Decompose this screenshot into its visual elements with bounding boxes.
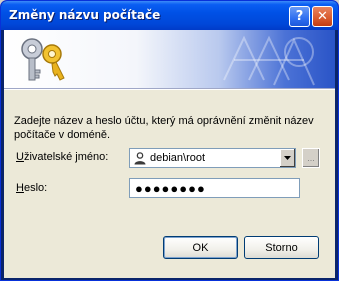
ok-button[interactable]: OK bbox=[163, 236, 238, 259]
password-label-accel: H bbox=[16, 182, 24, 194]
instruction-text: Zadejte název a heslo účtu, který má opr… bbox=[14, 115, 314, 141]
banner-divider bbox=[4, 88, 335, 90]
close-button[interactable]: ✕ bbox=[312, 6, 333, 27]
keys-icon bbox=[21, 38, 65, 81]
username-combobox[interactable]: debian\root bbox=[129, 148, 296, 168]
username-label-accel: U bbox=[16, 151, 24, 163]
username-label: Uživatelské jméno: bbox=[16, 151, 108, 163]
user-icon bbox=[134, 152, 146, 165]
cancel-button[interactable]: Storno bbox=[244, 236, 319, 259]
username-label-text: živatelské jméno: bbox=[23, 151, 109, 163]
title-bar[interactable]: Změny názvu počítače ? ✕ bbox=[1, 1, 338, 30]
dialog-window: Změny názvu počítače ? ✕ Zadejte název a… bbox=[0, 0, 339, 281]
help-button[interactable]: ? bbox=[289, 6, 310, 27]
password-field[interactable]: ●●●●●●●● bbox=[129, 178, 300, 198]
header-banner bbox=[4, 30, 335, 88]
username-dropdown-button[interactable] bbox=[279, 149, 295, 167]
chevron-down-icon bbox=[284, 156, 291, 160]
close-icon: ✕ bbox=[317, 9, 328, 24]
network-decoration-icon bbox=[223, 35, 315, 86]
help-icon: ? bbox=[295, 9, 304, 24]
password-label-text: eslo: bbox=[23, 182, 48, 194]
dialog-body: Zadejte název a heslo účtu, který má opr… bbox=[4, 30, 335, 278]
browse-label: ... bbox=[307, 153, 315, 163]
username-value: debian\root bbox=[150, 152, 206, 164]
password-label: Heslo: bbox=[16, 182, 47, 194]
browse-button[interactable]: ... bbox=[302, 148, 320, 168]
window-title: Změny názvu počítače bbox=[9, 8, 161, 22]
